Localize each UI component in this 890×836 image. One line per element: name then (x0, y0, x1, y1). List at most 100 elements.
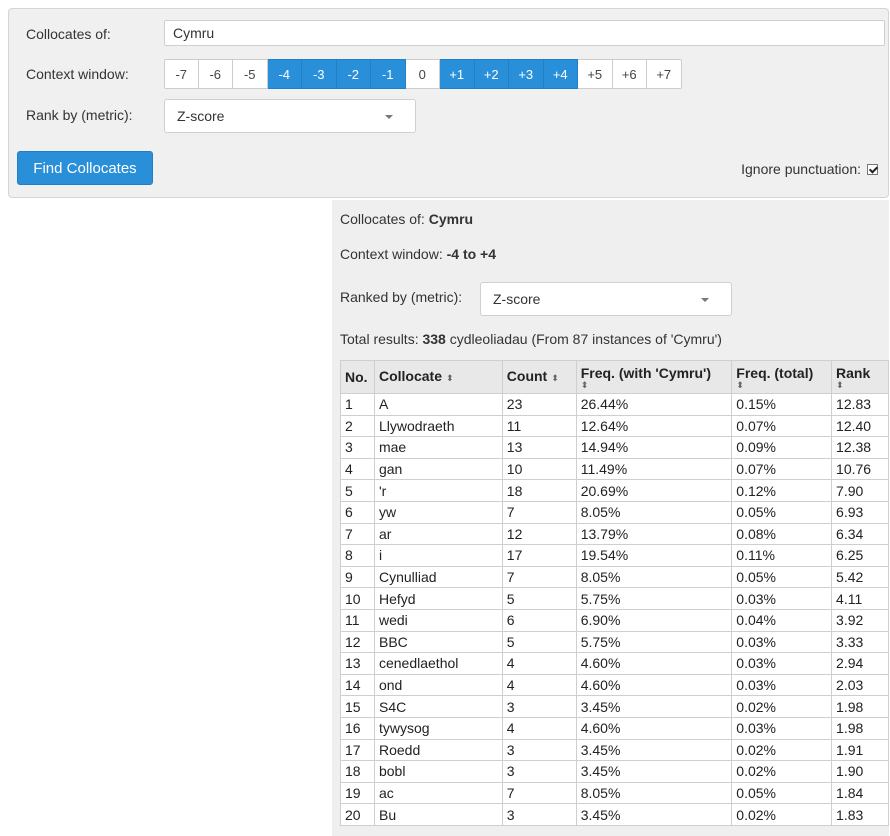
table-cell: 0.03% (731, 587, 833, 610)
table-cell: 0.05% (731, 565, 833, 589)
context-cell[interactable]: -3 (302, 59, 337, 89)
table-cell: 'r (373, 479, 503, 502)
table-row: 2 Llywodraeth 11 12.64% 0.07% 12.40 (340, 414, 889, 438)
table-cell: 17 (501, 544, 577, 567)
col-header-rank[interactable]: Rank ⬍ (831, 360, 889, 394)
table-cell: 4 (340, 457, 375, 481)
col-freq-with-label: Freq. (with 'Cymru') (580, 364, 712, 381)
context-cell[interactable]: +2 (474, 59, 509, 89)
table-row: 20 Bu 3 3.45% 0.02% 1.83 (340, 803, 889, 826)
table-cell: 19 (340, 781, 375, 805)
sort-icon[interactable]: ⬍ (836, 380, 884, 389)
table-cell: mae (373, 436, 503, 459)
context-cell[interactable]: -6 (198, 59, 233, 89)
total-results: Total results: 338 cydleoliadau (From 87… (340, 331, 722, 347)
context-cell[interactable]: -5 (233, 59, 268, 89)
table-cell: 5 (501, 630, 577, 654)
col-collocate-label: Collocate (378, 367, 442, 384)
table-cell: 8.05% (575, 500, 733, 524)
table-cell: wedi (373, 608, 503, 632)
context-cell[interactable]: 0 (405, 59, 440, 89)
col-header-count[interactable]: Count ⬍ (501, 360, 577, 394)
table-cell: 4 (501, 652, 577, 675)
table-cell: 5.75% (575, 630, 733, 654)
table-cell: 0.02% (731, 760, 833, 783)
find-collocates-button[interactable]: Find Collocates (17, 151, 153, 185)
table-cell: 3 (501, 803, 577, 826)
table-cell: 5.42 (831, 565, 889, 589)
table-row: 17 Roedd 3 3.45% 0.02% 1.91 (340, 738, 889, 762)
context-cell[interactable]: +7 (647, 59, 682, 89)
table-row: 11 wedi 6 6.90% 0.04% 3.92 (340, 608, 889, 632)
context-cell[interactable]: +5 (578, 59, 613, 89)
rank-metric-select[interactable]: Z-score (164, 99, 416, 133)
table-cell: ac (373, 781, 503, 805)
table-cell: 0.15% (731, 393, 833, 416)
table-cell: 12 (501, 522, 577, 546)
context-cell[interactable]: -2 (336, 59, 371, 89)
context-cell[interactable]: -1 (371, 59, 406, 89)
table-row: 18 bobl 3 3.45% 0.02% 1.90 (340, 760, 889, 783)
sort-icon[interactable]: ⬍ (736, 380, 827, 389)
context-cell[interactable]: +1 (440, 59, 475, 89)
table-cell: 17 (340, 738, 375, 762)
table-cell: 4.60% (575, 652, 733, 675)
table-cell: 0.07% (731, 457, 833, 481)
table-cell: 3 (501, 738, 577, 762)
table-cell: 0.03% (731, 673, 833, 697)
table-cell: 1 (340, 393, 375, 416)
table-cell: 16 (340, 716, 375, 740)
context-cell[interactable]: -7 (164, 59, 199, 89)
context-window-label: Context window: (26, 66, 129, 82)
context-cell[interactable]: +4 (543, 59, 578, 89)
table-cell: 0.05% (731, 500, 833, 524)
context-cell[interactable]: +6 (612, 59, 647, 89)
total-prefix: Total results: (340, 331, 423, 347)
table-cell: 0.03% (731, 630, 833, 654)
table-cell: 18 (340, 760, 375, 783)
sort-icon[interactable]: ⬍ (581, 380, 728, 389)
col-header-freq-total[interactable]: Freq. (total) ⬍ (731, 360, 833, 394)
collocates-of-input[interactable] (164, 20, 885, 46)
ignore-punctuation-option: Ignore punctuation: (741, 161, 878, 177)
table-cell: 7.90 (831, 479, 889, 502)
col-header-freq-with[interactable]: Freq. (with 'Cymru') ⬍ (575, 360, 733, 394)
table-cell: Llywodraeth (373, 414, 503, 438)
table-row: 12 BBC 5 5.75% 0.03% 3.33 (340, 630, 889, 654)
col-header-collocate[interactable]: Collocate ⬍ (373, 360, 503, 394)
table-cell: 12.38 (831, 436, 889, 459)
col-header-no: No. (340, 360, 375, 394)
table-cell: 0.09% (731, 436, 833, 459)
table-cell: 12.40 (831, 414, 889, 438)
table-cell: 11 (501, 414, 577, 438)
table-cell: Cynulliad (373, 565, 503, 589)
context-window-selector: -7 -6 -5 -4 -3 -2 -1 0 +1 +2 +3 +4 +5 +6 +7 (164, 59, 682, 89)
table-row: 7 ar 12 13.79% 0.08% 6.34 (340, 522, 889, 546)
table-cell: 18 (501, 479, 577, 502)
table-cell: 13 (501, 436, 577, 459)
table-cell: 6 (501, 608, 577, 632)
rank-metric-value: Z-score (177, 108, 225, 124)
table-cell: 6.25 (831, 544, 889, 567)
context-cell[interactable]: -4 (267, 59, 302, 89)
sort-icon[interactable]: ⬍ (446, 373, 454, 383)
table-cell: 20.69% (575, 479, 733, 502)
context-cell[interactable]: +3 (509, 59, 544, 89)
table-cell: 10 (340, 587, 375, 610)
context-range: -4 to +4 (446, 246, 497, 262)
table-row: 3 mae 13 14.94% 0.09% 12.38 (340, 436, 889, 459)
table-cell: 0.12% (731, 479, 833, 502)
table-header-row: No. Collocate ⬍ Count ⬍ Freq. (with 'Cymru… (340, 360, 889, 394)
table-cell: gan (373, 457, 503, 481)
table-cell: 0.11% (731, 544, 833, 567)
ignore-punctuation-checkbox[interactable] (867, 163, 878, 175)
collocates-table: No. Collocate ⬍ Count ⬍ Freq. (with 'Cymru… (340, 360, 889, 826)
table-cell: 0.03% (731, 716, 833, 740)
table-cell: 0.02% (731, 695, 833, 718)
table-cell: 1.98 (831, 695, 889, 718)
ranked-metric-select[interactable]: Z-score (480, 282, 732, 316)
total-count: 338 (422, 331, 446, 347)
table-cell: 26.44% (575, 393, 733, 416)
table-cell: 4.60% (575, 716, 733, 740)
sort-icon[interactable]: ⬍ (551, 373, 559, 383)
